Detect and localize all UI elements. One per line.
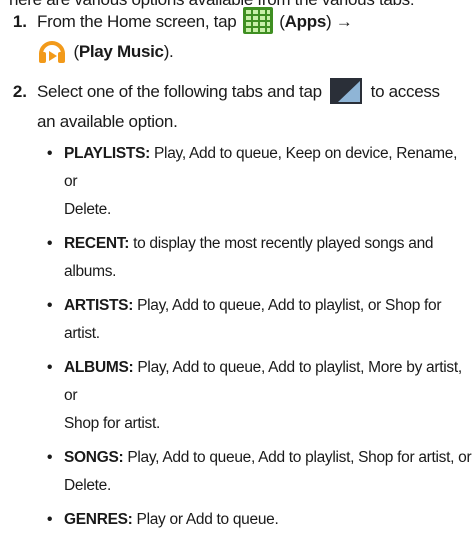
step-2-post-text: to access	[370, 82, 440, 101]
step-number: 1.	[12, 12, 27, 31]
step-1-line-2: (Play Music).	[37, 38, 174, 66]
step-2-line-2: an available option.	[37, 112, 178, 131]
list-item: • PLAYLISTS: Play, Add to queue, Keep on…	[47, 140, 474, 224]
menu-corner-icon	[330, 77, 363, 104]
bullet-label: PLAYLISTS:	[64, 145, 150, 162]
bullet-text: to display the most recently played song…	[133, 235, 434, 252]
step-1-line-1: From the Home screen, tap (Apps) →	[37, 7, 353, 36]
step-2-pre-text: Select one of the following tabs and tap	[37, 82, 322, 101]
bullet-label: GENRES:	[64, 511, 133, 528]
list-item: • GENRES: Play or Add to queue.	[47, 506, 474, 534]
step-number: 2.	[12, 82, 27, 101]
bullet-label: ARTISTS:	[64, 297, 134, 314]
apps-grid-icon	[242, 7, 273, 35]
list-item: • SONGS: Play, Add to queue, Add to play…	[47, 444, 474, 500]
bullet-dot: •	[47, 145, 53, 162]
bullet-dot: •	[47, 297, 53, 314]
bullet-label: SONGS:	[64, 449, 124, 466]
paren: ).	[163, 42, 174, 61]
document-page: here are various options available from …	[0, 0, 474, 528]
bullet-dot: •	[47, 449, 53, 466]
paren: )	[325, 12, 332, 31]
list-item: • RECENT: to display the most recently p…	[47, 230, 474, 286]
bullet-text-continued: albums.	[64, 263, 117, 280]
bullet-text: Play, Add to queue, Add to playlist, Sho…	[127, 449, 472, 466]
bullet-text-continued: Shop for artist.	[64, 415, 160, 432]
bullet-text-continued: Delete.	[64, 201, 112, 218]
step-1-pre-text: From the Home screen, tap	[37, 12, 237, 31]
tab-options-list: • PLAYLISTS: Play, Add to queue, Keep on…	[47, 140, 474, 534]
play-music-headphones-icon	[39, 40, 65, 63]
bullet-dot: •	[47, 359, 53, 376]
bullet-text: Play or Add to queue.	[136, 511, 279, 528]
apps-label: Apps	[284, 12, 327, 31]
list-item: • ARTISTS: Play, Add to queue, Add to pl…	[47, 292, 474, 348]
list-item: • ALBUMS: Play, Add to queue, Add to pla…	[47, 354, 474, 438]
arrow-icon: →	[335, 12, 353, 31]
bullet-text-continued: Delete.	[64, 477, 112, 494]
bullet-label: ALBUMS:	[64, 359, 134, 376]
bullet-dot: •	[47, 235, 53, 252]
play-music-label: Play Music	[78, 42, 164, 61]
bullet-label: RECENT:	[64, 235, 130, 252]
bullet-dot: •	[47, 511, 53, 528]
step-2-line-1: Select one of the following tabs and tap…	[37, 77, 440, 106]
